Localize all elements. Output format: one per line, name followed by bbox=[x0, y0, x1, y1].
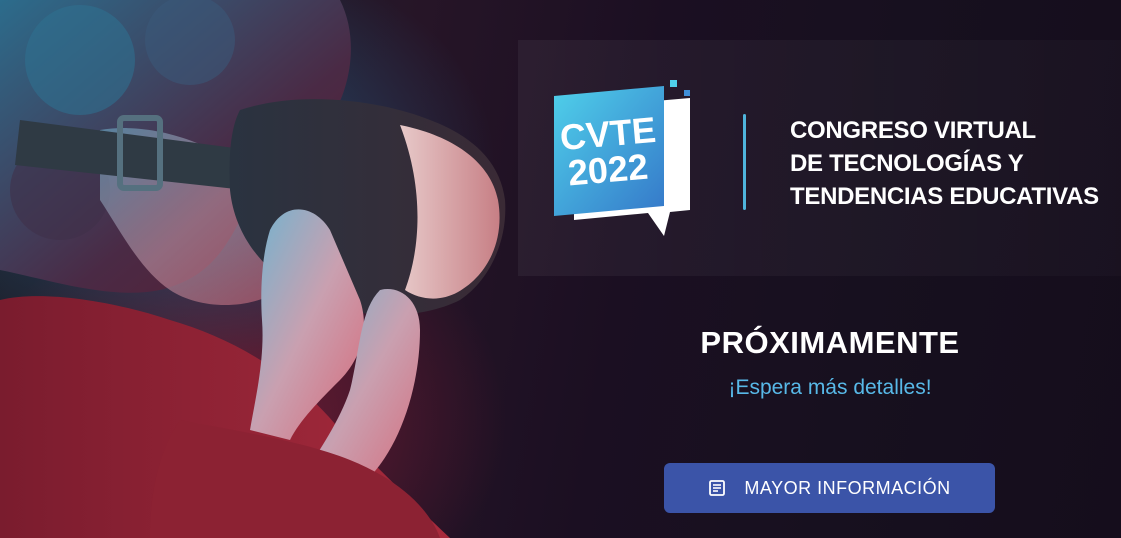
event-title-line: CONGRESO VIRTUAL bbox=[790, 117, 1036, 144]
logo-text-line2: 2022 bbox=[566, 146, 649, 194]
coming-soon-subheading: ¡Espera más detalles! bbox=[728, 376, 932, 399]
coming-soon-heading: PRÓXIMAMENTE bbox=[700, 325, 960, 360]
vr-headset-photo bbox=[0, 0, 506, 538]
more-info-button[interactable]: MAYOR INFORMACIÓN bbox=[664, 463, 995, 513]
more-info-label: MAYOR INFORMACIÓN bbox=[744, 477, 951, 498]
event-title-line: DE TECNOLOGÍAS Y bbox=[790, 150, 1024, 177]
event-title-line: TENDENCIAS EDUCATIVAS bbox=[790, 183, 1099, 210]
event-title: CONGRESO VIRTUAL DE TECNOLOGÍAS Y TENDEN… bbox=[790, 114, 1099, 213]
logo-divider bbox=[743, 114, 746, 210]
newspaper-icon bbox=[709, 480, 726, 496]
cvte-logo: CVTE 2022 bbox=[554, 80, 690, 236]
hero-banner: CVTE 2022 CONGRESO VIRTUAL DE TECNOLOGÍA… bbox=[0, 0, 1121, 538]
